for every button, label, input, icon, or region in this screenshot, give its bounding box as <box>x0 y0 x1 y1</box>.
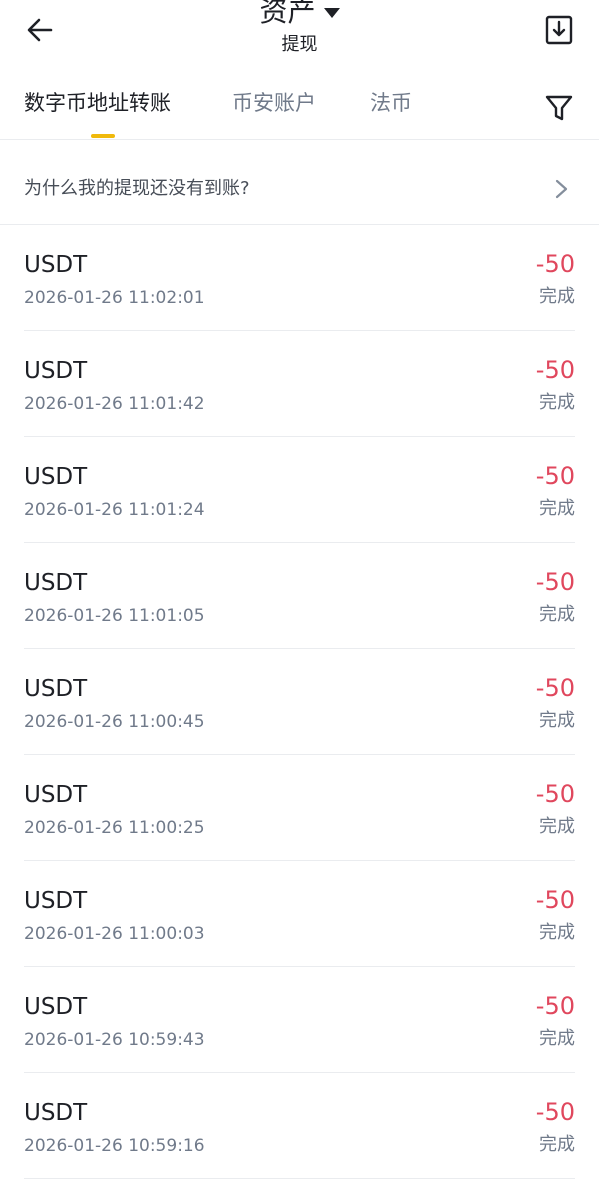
coin-name: USDT <box>24 464 88 490</box>
tab-binance-account[interactable]: 币安账户 <box>232 88 316 118</box>
coin-name: USDT <box>24 676 88 702</box>
tab-fiat[interactable]: 法币 <box>370 88 412 118</box>
coin-name: USDT <box>24 1100 88 1126</box>
record-amount: -50 <box>535 992 575 1020</box>
withdrawal-record[interactable]: USDT 2026-01-26 10:59:43 -50 完成 <box>24 967 575 1073</box>
record-amount: -50 <box>535 568 575 596</box>
title-group: 资产 提现 <box>0 0 599 56</box>
record-time: 2026-01-26 11:00:45 <box>24 712 205 732</box>
record-status: 完成 <box>539 1134 575 1155</box>
withdrawal-history-screen: 资产 提现 数字币地址转账 币安账户 法币 为什么我的提现还没有到账? USDT… <box>0 0 599 1200</box>
faq-text: 为什么我的提现还没有到账? <box>24 178 250 199</box>
coin-name: USDT <box>24 358 88 384</box>
asset-type-dropdown[interactable]: 资产 <box>259 0 340 32</box>
record-time: 2026-01-26 10:59:16 <box>24 1136 205 1156</box>
record-amount: -50 <box>535 356 575 384</box>
coin-name: USDT <box>24 994 88 1020</box>
withdrawal-record[interactable]: USDT 2026-01-26 10:59:16 -50 完成 <box>24 1073 575 1179</box>
faq-banner[interactable]: 为什么我的提现还没有到账? <box>0 141 599 225</box>
record-time: 2026-01-26 11:00:03 <box>24 924 205 944</box>
record-status: 完成 <box>539 816 575 837</box>
record-status: 完成 <box>539 498 575 519</box>
record-time: 2026-01-26 11:02:01 <box>24 288 205 308</box>
active-tab-indicator <box>91 134 115 138</box>
tab-bar: 数字币地址转账 币安账户 法币 <box>0 82 599 140</box>
download-icon <box>545 15 573 45</box>
top-bar: 资产 提现 <box>0 0 599 62</box>
record-amount: -50 <box>535 780 575 808</box>
withdrawal-list: USDT 2026-01-26 11:02:01 -50 完成 USDT 202… <box>0 225 599 1179</box>
record-status: 完成 <box>539 604 575 625</box>
withdrawal-record[interactable]: USDT 2026-01-26 11:01:05 -50 完成 <box>24 543 575 649</box>
coin-name: USDT <box>24 570 88 596</box>
tab-crypto-address-transfer[interactable]: 数字币地址转账 <box>24 88 171 118</box>
withdrawal-record[interactable]: USDT 2026-01-26 11:00:03 -50 完成 <box>24 861 575 967</box>
record-time: 2026-01-26 11:01:05 <box>24 606 205 626</box>
record-status: 完成 <box>539 710 575 731</box>
coin-name: USDT <box>24 782 88 808</box>
record-time: 2026-01-26 11:01:24 <box>24 500 205 520</box>
withdrawal-record[interactable]: USDT 2026-01-26 11:01:42 -50 完成 <box>24 331 575 437</box>
record-status: 完成 <box>539 392 575 413</box>
record-amount: -50 <box>535 674 575 702</box>
download-button[interactable] <box>537 10 581 50</box>
record-status: 完成 <box>539 1028 575 1049</box>
record-time: 2026-01-26 10:59:43 <box>24 1030 205 1050</box>
record-amount: -50 <box>535 462 575 490</box>
page-title: 资产 <box>259 0 316 28</box>
caret-down-icon <box>323 8 340 18</box>
record-time: 2026-01-26 11:01:42 <box>24 394 205 414</box>
filter-icon <box>545 95 573 121</box>
withdrawal-record[interactable]: USDT 2026-01-26 11:00:25 -50 完成 <box>24 755 575 861</box>
coin-name: USDT <box>24 252 88 278</box>
withdrawal-record[interactable]: USDT 2026-01-26 11:02:01 -50 完成 <box>24 225 575 331</box>
chevron-right-icon <box>555 179 568 199</box>
record-amount: -50 <box>535 1098 575 1126</box>
record-status: 完成 <box>539 922 575 943</box>
withdrawal-record[interactable]: USDT 2026-01-26 11:01:24 -50 完成 <box>24 437 575 543</box>
page-subtitle: 提现 <box>281 34 318 55</box>
coin-name: USDT <box>24 888 88 914</box>
filter-button[interactable] <box>543 92 575 124</box>
record-status: 完成 <box>539 286 575 307</box>
record-amount: -50 <box>535 250 575 278</box>
withdrawal-record[interactable]: USDT 2026-01-26 11:00:45 -50 完成 <box>24 649 575 755</box>
record-time: 2026-01-26 11:00:25 <box>24 818 205 838</box>
record-amount: -50 <box>535 886 575 914</box>
